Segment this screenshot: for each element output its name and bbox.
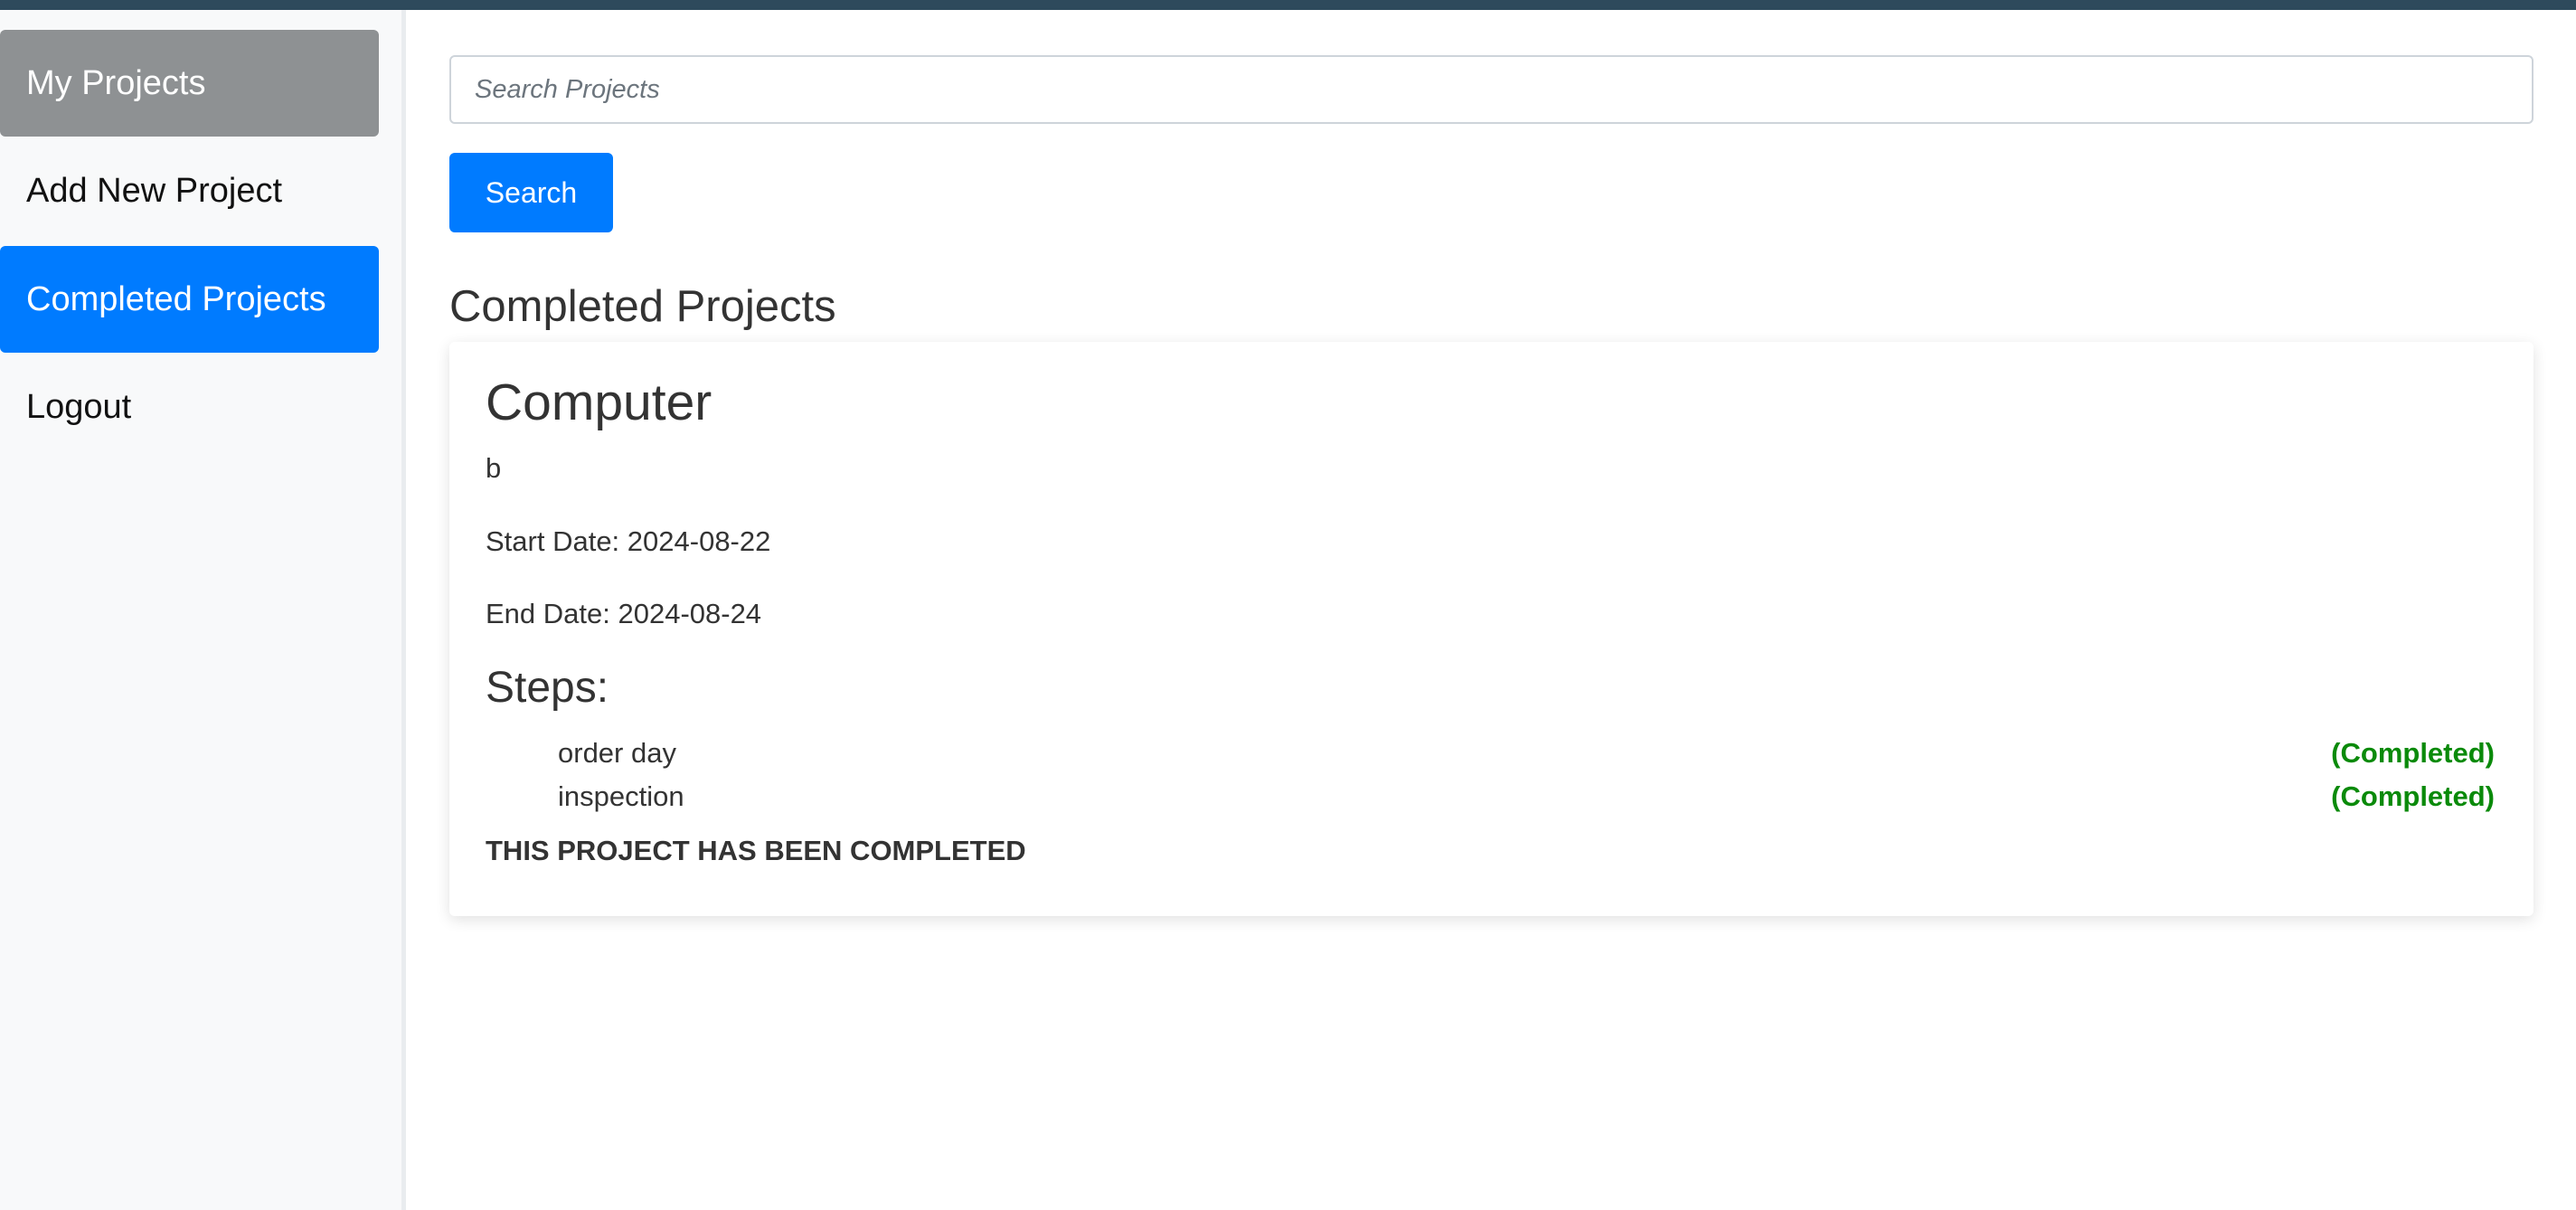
sidebar-item-label: Completed Projects <box>26 279 326 318</box>
project-description: b <box>486 452 502 484</box>
step-name: inspection <box>558 780 684 812</box>
step-item: inspection (Completed) <box>558 780 2495 817</box>
sidebar-item-label: My Projects <box>26 63 206 102</box>
step-status: (Completed) <box>2331 780 2495 812</box>
sidebar-item-logout[interactable]: Logout <box>0 354 379 460</box>
top-bar <box>0 0 2576 10</box>
step-status: (Completed) <box>2331 737 2495 769</box>
project-name: Computer <box>486 373 712 431</box>
page-title: Completed Projects <box>449 282 836 331</box>
steps-heading: Steps: <box>486 664 609 712</box>
project-start-date: Start Date: 2024-08-22 <box>486 525 771 557</box>
project-card: Computer b Start Date: 2024-08-22 End Da… <box>449 342 2534 916</box>
search-input[interactable] <box>449 55 2534 124</box>
project-end-date: End Date: 2024-08-24 <box>486 598 762 629</box>
sidebar-item-label: Add New Project <box>26 171 283 210</box>
step-name: order day <box>558 737 676 769</box>
step-item: order day (Completed) <box>558 737 2495 773</box>
sidebar-item-my-projects[interactable]: My Projects <box>0 30 379 137</box>
sidebar-item-add-new-project[interactable]: Add New Project <box>0 137 379 244</box>
sidebar-item-label: Logout <box>26 387 132 426</box>
sidebar-item-completed-projects[interactable]: Completed Projects <box>0 246 379 353</box>
project-completed-message: THIS PROJECT HAS BEEN COMPLETED <box>486 835 1026 866</box>
sidebar: My Projects Add New Project Completed Pr… <box>0 10 406 1210</box>
search-button[interactable]: Search <box>449 153 613 232</box>
